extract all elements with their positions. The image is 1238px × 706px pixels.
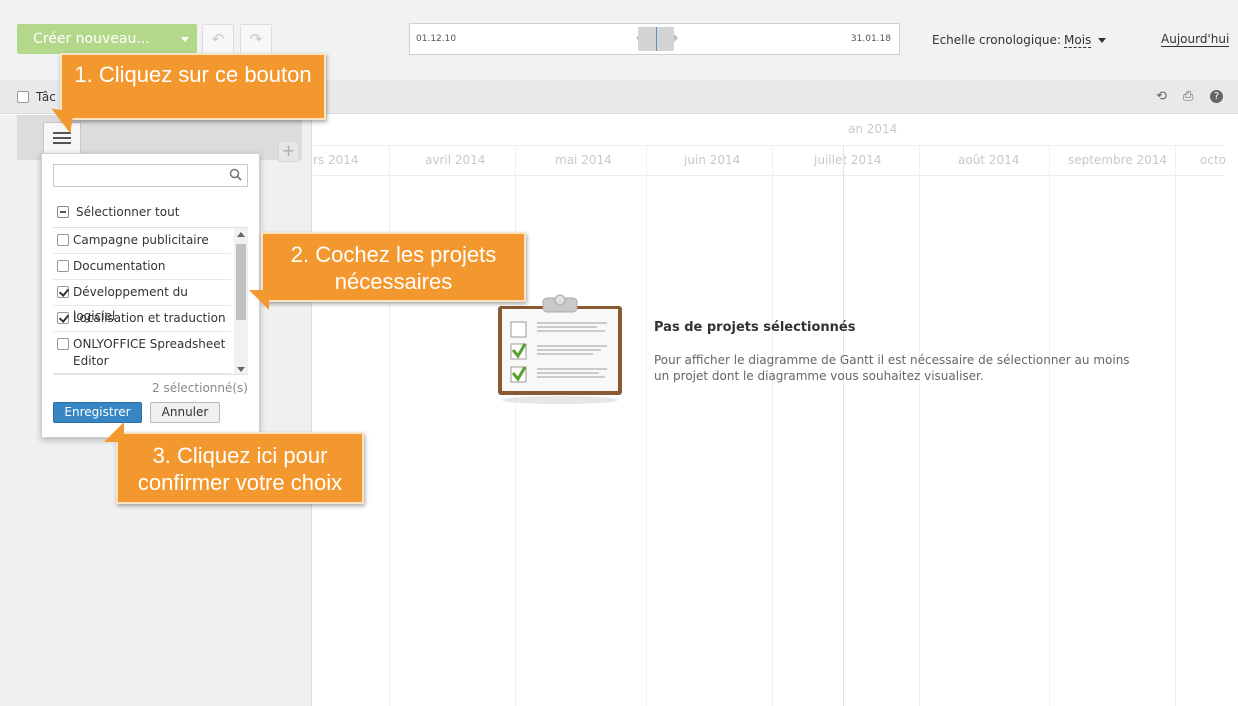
create-new-button[interactable]: Créer nouveau... bbox=[17, 24, 197, 54]
task-label: Tâc bbox=[36, 90, 56, 104]
add-project-button[interactable]: + bbox=[278, 141, 299, 162]
search-input[interactable] bbox=[53, 164, 248, 187]
project-checkbox[interactable] bbox=[57, 234, 69, 246]
callout-step-1: 1. Cliquez sur ce bouton bbox=[48, 53, 326, 134]
create-new-label: Créer nouveau... bbox=[33, 31, 150, 47]
undo-icon: ↶ bbox=[211, 30, 225, 48]
selected-count: 2 sélectionné(s) bbox=[152, 381, 248, 395]
chevron-down-icon[interactable] bbox=[1098, 38, 1106, 43]
scroll-thumb[interactable] bbox=[236, 244, 246, 320]
list-item-label: Localisation et traduction bbox=[73, 311, 226, 325]
print-icon[interactable]: ⎙ bbox=[1183, 89, 1193, 104]
callout-text: 2. Cochez les projets nécessaires bbox=[290, 242, 497, 294]
chevron-right-icon[interactable] bbox=[674, 34, 678, 42]
year-header: an 2014 bbox=[848, 122, 898, 136]
list-item[interactable]: Campagne publicitaire bbox=[53, 228, 231, 254]
today-line bbox=[843, 146, 844, 706]
scale-select[interactable]: Mois bbox=[1064, 33, 1092, 48]
project-checkbox[interactable] bbox=[57, 286, 69, 298]
callout-text: 3. Cliquez ici pour confirmer votre choi… bbox=[137, 443, 343, 495]
today-link[interactable]: Aujourd'hui bbox=[1161, 32, 1230, 47]
month-header: juillet 2014 bbox=[814, 153, 882, 167]
divider bbox=[313, 145, 1224, 146]
list-item[interactable]: Développement du logiciel bbox=[53, 280, 231, 323]
plus-icon: + bbox=[281, 141, 296, 160]
scale-label: Echelle cronologique: bbox=[932, 33, 1061, 47]
month-header: septembre 2014 bbox=[1068, 153, 1168, 167]
project-checkbox[interactable] bbox=[57, 260, 69, 272]
grid-line bbox=[919, 146, 920, 706]
timeline-slider[interactable]: 01.12.10 31.01.18 bbox=[409, 23, 900, 55]
timeline-handle[interactable] bbox=[638, 27, 674, 51]
redo-icon: ↷ bbox=[249, 30, 263, 48]
grid-line bbox=[1175, 146, 1176, 706]
select-all-checkbox[interactable] bbox=[57, 206, 69, 218]
month-header: août 2014 bbox=[958, 153, 1020, 167]
menu-icon-bar bbox=[53, 142, 71, 144]
list-item[interactable]: Localisation et traduction bbox=[53, 306, 231, 332]
list-item-label: ONLYOFFICE Spreadsheet Editor bbox=[73, 337, 226, 368]
callout-tail bbox=[249, 290, 269, 310]
redo-button[interactable]: ↷ bbox=[240, 24, 272, 54]
help-icon[interactable]: ? bbox=[1210, 90, 1223, 103]
list-item[interactable]: Documentation bbox=[53, 254, 231, 280]
month-header: juin 2014 bbox=[684, 153, 741, 167]
scrollbar[interactable] bbox=[234, 228, 248, 374]
list-item-label: Documentation bbox=[73, 259, 166, 273]
callout-tail bbox=[104, 422, 124, 442]
search-icon bbox=[229, 168, 242, 181]
save-button[interactable]: Enregistrer bbox=[53, 402, 142, 423]
undo-button[interactable]: ↶ bbox=[202, 24, 234, 54]
callout-step-3: 3. Cliquez ici pour confirmer votre choi… bbox=[104, 422, 364, 504]
timeline-start-date: 01.12.10 bbox=[416, 34, 457, 44]
empty-state-title: Pas de projets sélectionnés bbox=[654, 320, 856, 335]
chevron-down-icon[interactable] bbox=[237, 367, 245, 372]
month-header: avril 2014 bbox=[425, 153, 486, 167]
chevron-up-icon[interactable] bbox=[237, 232, 245, 237]
month-header: octo bbox=[1200, 153, 1226, 167]
list-item-label: Campagne publicitaire bbox=[73, 233, 209, 247]
project-list: Campagne publicitaire Documentation Déve… bbox=[53, 227, 248, 375]
grid-line bbox=[389, 146, 390, 706]
timeline-end-date: 31.01.18 bbox=[850, 34, 891, 44]
grid-line bbox=[515, 146, 516, 706]
divider bbox=[313, 175, 1224, 176]
callout-tail bbox=[48, 108, 74, 134]
select-all-label[interactable]: Sélectionner tout bbox=[76, 205, 179, 219]
grid-line bbox=[772, 146, 773, 706]
gantt-chart-area: an 2014 rs 2014 avril 2014 mai 2014 juin… bbox=[313, 115, 1238, 706]
refresh-icon[interactable]: ⟲ bbox=[1156, 89, 1167, 104]
month-header: mai 2014 bbox=[555, 153, 612, 167]
project-checkbox[interactable] bbox=[57, 338, 69, 350]
list-item[interactable]: ONLYOFFICE Spreadsheet Editor bbox=[53, 332, 231, 374]
empty-state-text: Pour afficher le diagramme de Gantt il e… bbox=[654, 353, 1130, 383]
clipboard-illustration bbox=[497, 292, 623, 404]
grid-line bbox=[646, 146, 647, 706]
project-select-dropdown: Sélectionner tout Campagne publicitaire … bbox=[41, 153, 260, 438]
grid-line bbox=[1049, 146, 1050, 706]
task-checkbox[interactable] bbox=[17, 91, 29, 103]
menu-icon-bar bbox=[53, 137, 71, 139]
callout-step-2: 2. Cochez les projets nécessaires bbox=[249, 232, 526, 310]
month-header: rs 2014 bbox=[313, 153, 359, 167]
cancel-button[interactable]: Annuler bbox=[150, 402, 220, 423]
chevron-down-icon bbox=[181, 37, 189, 42]
project-checkbox[interactable] bbox=[57, 312, 69, 324]
callout-text: 1. Cliquez sur ce bouton bbox=[74, 62, 312, 87]
